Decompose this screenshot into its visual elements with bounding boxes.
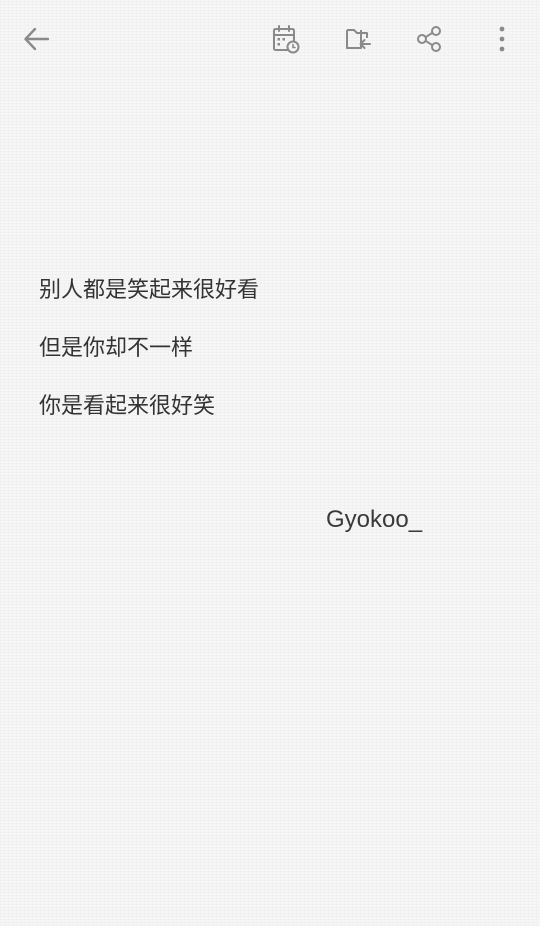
share-icon <box>417 26 441 52</box>
note-signature: Gyokoo_ <box>326 506 423 533</box>
more-options-button[interactable] <box>478 15 526 63</box>
share-button[interactable] <box>406 15 454 63</box>
note-line: 但是你却不一样 <box>39 336 194 361</box>
folder-move-icon <box>346 29 371 49</box>
top-toolbar <box>0 0 540 78</box>
more-vertical-icon <box>499 26 505 52</box>
reminder-button[interactable] <box>262 15 310 63</box>
note-line: 你是看起来很好笑 <box>39 394 216 419</box>
move-to-folder-button[interactable] <box>334 15 382 63</box>
back-button[interactable] <box>13 15 61 63</box>
calendar-clock-icon <box>273 25 300 54</box>
note-content[interactable]: 别人都是笑起来很好看 但是你却不一样 你是看起来很好笑 <box>39 262 499 436</box>
arrow-left-icon <box>24 27 50 51</box>
note-line: 别人都是笑起来很好看 <box>39 278 260 303</box>
